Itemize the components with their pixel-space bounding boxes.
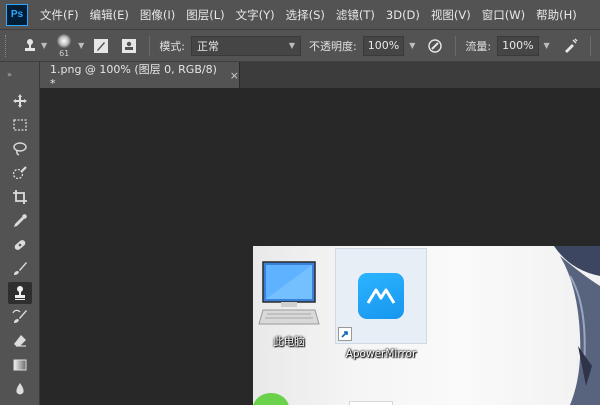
brush-panel-icon <box>94 38 109 53</box>
move-tool[interactable] <box>8 90 32 112</box>
pen-pressure-icon <box>428 38 443 53</box>
gradient-tool[interactable] <box>8 354 32 376</box>
lasso-tool[interactable] <box>8 138 32 160</box>
chevron-down-icon[interactable]: ▼ <box>409 41 415 50</box>
close-icon[interactable]: × <box>230 69 239 82</box>
blur-tool-icon <box>16 383 24 395</box>
menu-type[interactable]: 文字(Y) <box>236 7 275 23</box>
brush-tool-icon <box>14 262 27 275</box>
menu-image[interactable]: 图像(I) <box>140 7 175 23</box>
crop-tool-icon <box>13 190 27 204</box>
brush-preset-picker[interactable]: 61 <box>57 33 72 58</box>
apowermirror-tile <box>335 248 427 344</box>
apowermirror-icon <box>358 273 404 319</box>
toolbar-collapse[interactable]: » <box>0 62 39 86</box>
canvas-area[interactable]: 此电脑 ApowerMirror <box>40 88 600 405</box>
desktop-icon-label: 此电脑 <box>273 336 305 348</box>
menu-window[interactable]: 窗口(W) <box>482 7 525 23</box>
green-app-icon <box>253 393 289 405</box>
menu-file[interactable]: 文件(F) <box>40 7 79 23</box>
chevron-down-icon[interactable]: ▼ <box>78 41 84 50</box>
menu-help[interactable]: 帮助(H) <box>536 7 577 23</box>
quick-select-tool-icon <box>12 166 27 180</box>
opacity-input[interactable]: 100% <box>362 35 405 56</box>
chevron-down-icon: ▼ <box>288 41 296 50</box>
clone-stamp-tool[interactable] <box>8 282 32 304</box>
flow-input[interactable]: 100% <box>497 35 539 56</box>
marquee-tool[interactable] <box>8 114 32 136</box>
shortcut-arrow-icon <box>338 327 352 341</box>
eyedropper-tool-icon <box>14 214 27 227</box>
chevron-down-icon[interactable]: ▼ <box>544 41 550 50</box>
divider <box>589 35 591 56</box>
lasso-tool-icon <box>13 142 27 156</box>
menu-view[interactable]: 视图(V) <box>431 7 471 23</box>
brush-tool[interactable] <box>8 258 32 280</box>
menu-select[interactable]: 选择(S) <box>286 7 325 23</box>
history-brush-tool[interactable] <box>8 306 32 328</box>
menu-3d[interactable]: 3D(D) <box>386 8 420 22</box>
flow-label: 流量: <box>465 39 492 53</box>
brush-settings-button[interactable] <box>90 35 112 57</box>
brush-size-value: 61 <box>59 48 70 58</box>
options-bar: ▼ 61 ▼ 模式: 正常 ▼ 不透明度: 100% ▼ 流量: 100% ▼ <box>0 29 600 62</box>
mode-label: 模式: <box>159 39 186 53</box>
mode-select[interactable]: 正常 ▼ <box>191 35 302 56</box>
healing-brush-tool[interactable] <box>8 234 32 256</box>
airbrush-icon <box>564 38 578 53</box>
apowermirror-logo-glyph <box>366 288 396 304</box>
options-bar-grip[interactable] <box>5 34 8 57</box>
document-file-icon <box>349 401 393 405</box>
divider <box>455 35 457 56</box>
photoshop-logo-icon[interactable]: Ps <box>6 3 28 26</box>
flow-value: 100% <box>502 39 534 52</box>
menu-layer[interactable]: 图层(L) <box>186 7 224 23</box>
opacity-label: 不透明度: <box>309 39 357 53</box>
document-tab-title: 1.png @ 100% (图层 0, RGB/8) * <box>50 62 217 90</box>
document-tab-bar: 1.png @ 100% (图层 0, RGB/8) * × <box>40 62 600 90</box>
menu-edit[interactable]: 编辑(E) <box>90 7 129 23</box>
airbrush-button[interactable] <box>559 35 581 57</box>
gradient-tool-icon <box>13 359 27 371</box>
mode-value: 正常 <box>197 39 220 53</box>
eraser-tool-icon <box>14 335 26 347</box>
menu-filter[interactable]: 滤镜(T) <box>336 7 375 23</box>
pressure-opacity-button[interactable] <box>424 35 446 57</box>
desktop-icon-this-pc: 此电脑 <box>257 258 321 349</box>
tools-panel: » <box>0 62 40 405</box>
opacity-value: 100% <box>367 39 400 52</box>
marquee-tool-icon <box>13 119 27 131</box>
clone-source-panel-icon <box>122 38 137 53</box>
anime-character-artwork <box>554 246 600 405</box>
move-tool-icon <box>13 94 27 108</box>
crop-tool[interactable] <box>8 186 32 208</box>
clone-stamp-preset-icon <box>25 38 35 51</box>
tool-preset-picker[interactable]: ▼ <box>22 38 47 54</box>
divider <box>149 35 151 56</box>
eyedropper-tool[interactable] <box>8 210 32 232</box>
soft-brush-icon <box>57 33 72 48</box>
eraser-tool[interactable] <box>8 330 32 352</box>
healing-brush-tool-icon <box>14 240 26 250</box>
computer-icon <box>258 261 320 325</box>
clone-source-button[interactable] <box>118 35 140 57</box>
document-tab[interactable]: 1.png @ 100% (图层 0, RGB/8) * × <box>40 62 240 90</box>
menu-bar: Ps 文件(F) 编辑(E) 图像(I) 图层(L) 文字(Y) 选择(S) 滤… <box>0 0 600 29</box>
desktop-icon-label: ApowerMirror <box>345 348 417 360</box>
clone-stamp-tool-icon <box>15 286 25 300</box>
quick-select-tool[interactable] <box>8 162 32 184</box>
blur-tool[interactable] <box>8 378 32 400</box>
desktop-icon-apowermirror: ApowerMirror <box>335 248 427 360</box>
chevron-down-icon: ▼ <box>41 41 48 50</box>
history-brush-tool-icon <box>12 309 27 323</box>
document-image[interactable]: 此电脑 ApowerMirror <box>253 246 600 405</box>
